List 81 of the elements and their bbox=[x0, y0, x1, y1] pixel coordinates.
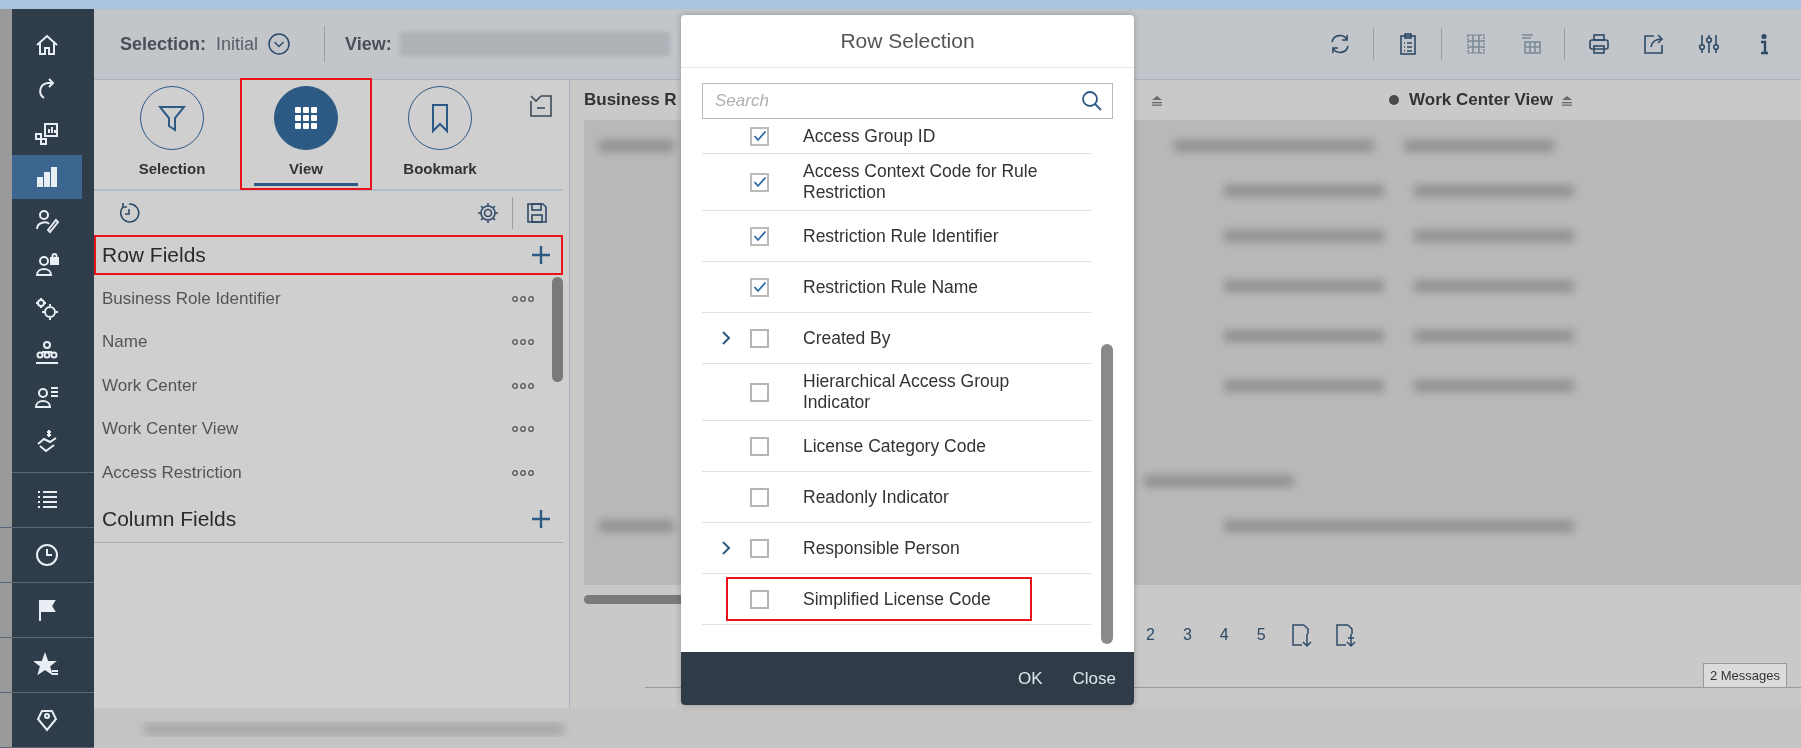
checkbox[interactable] bbox=[750, 589, 769, 609]
page-link[interactable]: 5 bbox=[1252, 626, 1270, 644]
checkbox[interactable] bbox=[750, 277, 769, 297]
chevron-icon[interactable] bbox=[721, 330, 731, 346]
search-field[interactable]: Search bbox=[702, 83, 1113, 119]
field-option[interactable]: License Category Code bbox=[803, 435, 1053, 457]
more-icon[interactable] bbox=[512, 294, 534, 303]
person-list-icon[interactable] bbox=[34, 384, 60, 410]
page-link[interactable]: 2 bbox=[1142, 626, 1159, 644]
checkbox[interactable] bbox=[750, 382, 769, 402]
star-icon[interactable] bbox=[34, 652, 60, 678]
field-option[interactable]: Restriction Rule Name bbox=[803, 276, 1053, 298]
add-icon[interactable] bbox=[531, 245, 551, 265]
field-name[interactable]: Name bbox=[102, 332, 148, 353]
checkbox[interactable] bbox=[750, 172, 769, 192]
checkbox[interactable] bbox=[750, 538, 769, 558]
scrollbar[interactable] bbox=[584, 594, 684, 604]
field-option[interactable]: Hierarchical Access Group Indicator bbox=[803, 371, 1053, 413]
scrollbar[interactable] bbox=[552, 277, 563, 382]
more-icon[interactable] bbox=[512, 425, 534, 434]
field-option[interactable]: Simplified License Code bbox=[803, 588, 991, 610]
field-option[interactable]: Created By bbox=[803, 327, 1053, 349]
sort-descending-icon[interactable] bbox=[1333, 622, 1358, 648]
more-icon[interactable] bbox=[512, 468, 534, 477]
section-title: Row Fields bbox=[102, 243, 206, 267]
analytics-icon[interactable] bbox=[34, 120, 60, 146]
collapse-icon[interactable] bbox=[527, 92, 555, 120]
group-icon[interactable] bbox=[34, 340, 60, 366]
field-option[interactable]: Responsible Person bbox=[803, 537, 1053, 559]
dropdown-icon[interactable] bbox=[268, 33, 291, 55]
field-option[interactable]: Restriction Rule Identifier bbox=[803, 225, 1053, 247]
view-label: View: bbox=[345, 33, 392, 55]
add-icon[interactable] bbox=[531, 509, 551, 529]
more-icon[interactable] bbox=[512, 381, 534, 390]
selection-value: Initial bbox=[216, 33, 259, 55]
page-link[interactable]: 4 bbox=[1215, 626, 1233, 644]
chevron-icon[interactable] bbox=[721, 540, 731, 556]
field-option[interactable]: Readonly Indicator bbox=[803, 486, 1053, 508]
column-header[interactable]: Work Center View bbox=[1409, 90, 1553, 110]
tag-icon[interactable] bbox=[34, 707, 60, 733]
bars-nav-button[interactable] bbox=[12, 155, 82, 199]
save-icon[interactable] bbox=[525, 201, 549, 225]
field-name[interactable]: Business Role Identifier bbox=[102, 288, 281, 309]
sort-ascending-icon[interactable] bbox=[1289, 622, 1314, 648]
checkbox[interactable] bbox=[750, 226, 769, 246]
search-icon[interactable] bbox=[1081, 90, 1103, 112]
share-icon[interactable] bbox=[1641, 32, 1666, 56]
gears-icon[interactable] bbox=[34, 296, 60, 322]
settings-icon[interactable] bbox=[476, 201, 500, 225]
panel-tab[interactable]: View bbox=[242, 80, 370, 188]
messages-button[interactable]: 2 Messages bbox=[1702, 663, 1787, 687]
section-title: Column Fields bbox=[102, 507, 237, 531]
field-name[interactable]: Work Center bbox=[102, 375, 198, 396]
more-icon[interactable] bbox=[512, 338, 534, 347]
sort-icon[interactable] bbox=[1151, 96, 1164, 106]
ok-button[interactable]: OK bbox=[1007, 662, 1053, 695]
checkbox[interactable] bbox=[750, 487, 769, 507]
checkbox[interactable] bbox=[750, 126, 769, 146]
home-icon[interactable] bbox=[34, 32, 60, 58]
bars-icon[interactable] bbox=[34, 164, 60, 190]
dot-icon bbox=[1389, 95, 1400, 105]
field-option[interactable]: Access Context Code for Rule Restriction bbox=[803, 161, 1053, 203]
settings-icon[interactable] bbox=[1696, 32, 1721, 56]
field-name[interactable]: Work Center View bbox=[102, 419, 239, 440]
print-icon[interactable] bbox=[1586, 32, 1611, 56]
panel-tab[interactable]: Bookmark bbox=[376, 80, 504, 180]
field-option[interactable]: Access Group ID bbox=[803, 125, 1053, 147]
checkbox[interactable] bbox=[750, 328, 769, 348]
selection-label: Selection: bbox=[120, 33, 207, 55]
sort-icon[interactable] bbox=[1561, 96, 1573, 106]
scrollbar[interactable] bbox=[1101, 344, 1113, 644]
checkbox[interactable] bbox=[750, 436, 769, 456]
page-link[interactable]: 3 bbox=[1178, 626, 1196, 644]
clock-icon[interactable] bbox=[34, 542, 60, 568]
close-button[interactable]: Close bbox=[1062, 662, 1126, 695]
person-edit-icon[interactable] bbox=[34, 208, 60, 234]
panel-tab[interactable]: Selection bbox=[108, 80, 236, 180]
person-lock-icon[interactable] bbox=[34, 252, 60, 278]
field-name[interactable]: Access Restriction bbox=[102, 462, 242, 483]
dialog-title: Row Selection bbox=[681, 15, 1134, 68]
column-header[interactable]: Business R bbox=[584, 90, 677, 110]
